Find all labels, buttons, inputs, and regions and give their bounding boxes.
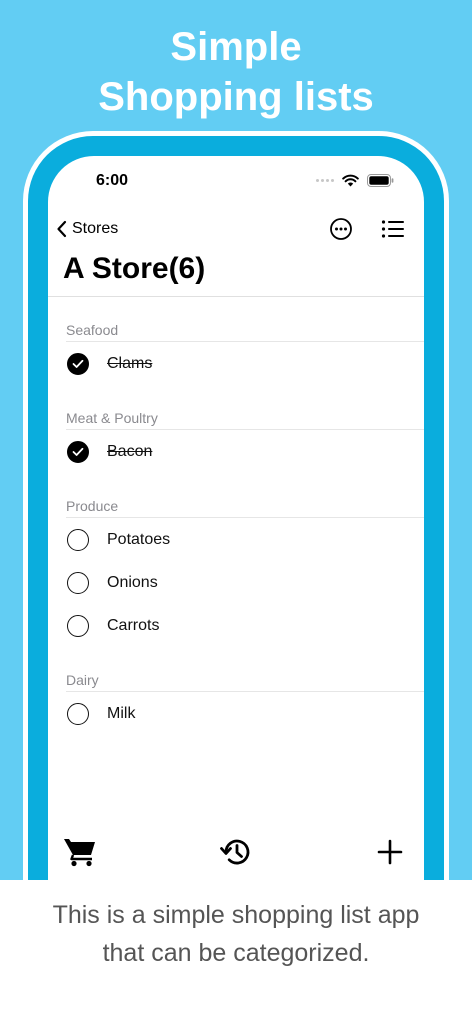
empty-circle-icon[interactable] <box>67 528 89 551</box>
item-label: Onions <box>107 573 158 591</box>
item-label: Potatoes <box>107 530 171 548</box>
battery-icon <box>367 174 394 187</box>
back-button[interactable]: Stores <box>56 212 118 246</box>
promo-headline: Simple Shopping lists <box>0 22 472 122</box>
list-item[interactable]: Milk <box>48 692 424 735</box>
caption-pre: that <box>102 939 152 967</box>
item-label: Carrots <box>107 616 160 634</box>
list-bullet-icon <box>381 220 404 238</box>
wifi-icon <box>342 174 359 187</box>
chevron-left-icon <box>57 220 67 238</box>
empty-circle-icon[interactable] <box>67 614 89 637</box>
empty-circle-icon[interactable] <box>67 571 89 594</box>
status-icons <box>316 174 394 187</box>
headline-line-1: Simple <box>170 25 302 69</box>
signal-dots-icon <box>316 179 334 182</box>
item-label: Bacon <box>107 442 153 460</box>
empty-circle-icon[interactable] <box>67 702 89 725</box>
caption-highlight: can be categorized <box>151 939 363 967</box>
list-item[interactable]: Onions <box>48 561 424 604</box>
list-view-button[interactable] <box>378 214 408 244</box>
checked-circle-icon[interactable] <box>67 440 89 463</box>
item-label: Clams <box>107 354 153 372</box>
headline-line-2: Shopping lists <box>98 75 374 119</box>
page-title: A Store(6) <box>63 252 206 285</box>
caption-post: . <box>362 939 370 967</box>
status-time: 6:00 <box>96 172 129 189</box>
shopping-list: Seafood Clams Meat & Poultry Bacon Produ… <box>48 297 424 735</box>
section-header: Dairy <box>48 668 424 692</box>
caption-line-2: that can be categorized. <box>0 934 472 972</box>
more-options-button[interactable] <box>326 214 356 244</box>
plus-icon <box>377 839 403 865</box>
history-button[interactable] <box>216 832 256 872</box>
list-item[interactable]: Carrots <box>48 604 424 647</box>
section-header: Seafood <box>48 297 424 342</box>
history-icon <box>220 839 250 865</box>
caption-line-1: This is a simple shopping list app <box>52 901 420 929</box>
navigation-bar: Stores <box>48 212 424 246</box>
list-item[interactable]: Potatoes <box>48 518 424 561</box>
promo-caption-area: This is a simple shopping list app that … <box>0 880 472 1024</box>
section-header: Produce <box>48 494 424 518</box>
cart-icon <box>64 839 95 867</box>
list-item[interactable]: Clams <box>48 342 424 385</box>
checked-circle-icon[interactable] <box>67 352 89 375</box>
ellipsis-circle-icon <box>330 218 352 240</box>
item-label: Milk <box>107 704 136 722</box>
back-button-label: Stores <box>72 220 119 237</box>
bottom-toolbar <box>48 832 424 876</box>
promo-caption: This is a simple shopping list app that … <box>0 896 472 972</box>
list-item[interactable]: Bacon <box>48 430 424 473</box>
add-item-button[interactable] <box>370 832 410 872</box>
phone-screen: 6:00 Stores A Store(6) Seafood Clams Mea… <box>48 156 424 986</box>
section-header: Meat & Poultry <box>48 406 424 430</box>
cart-button[interactable] <box>60 832 100 872</box>
